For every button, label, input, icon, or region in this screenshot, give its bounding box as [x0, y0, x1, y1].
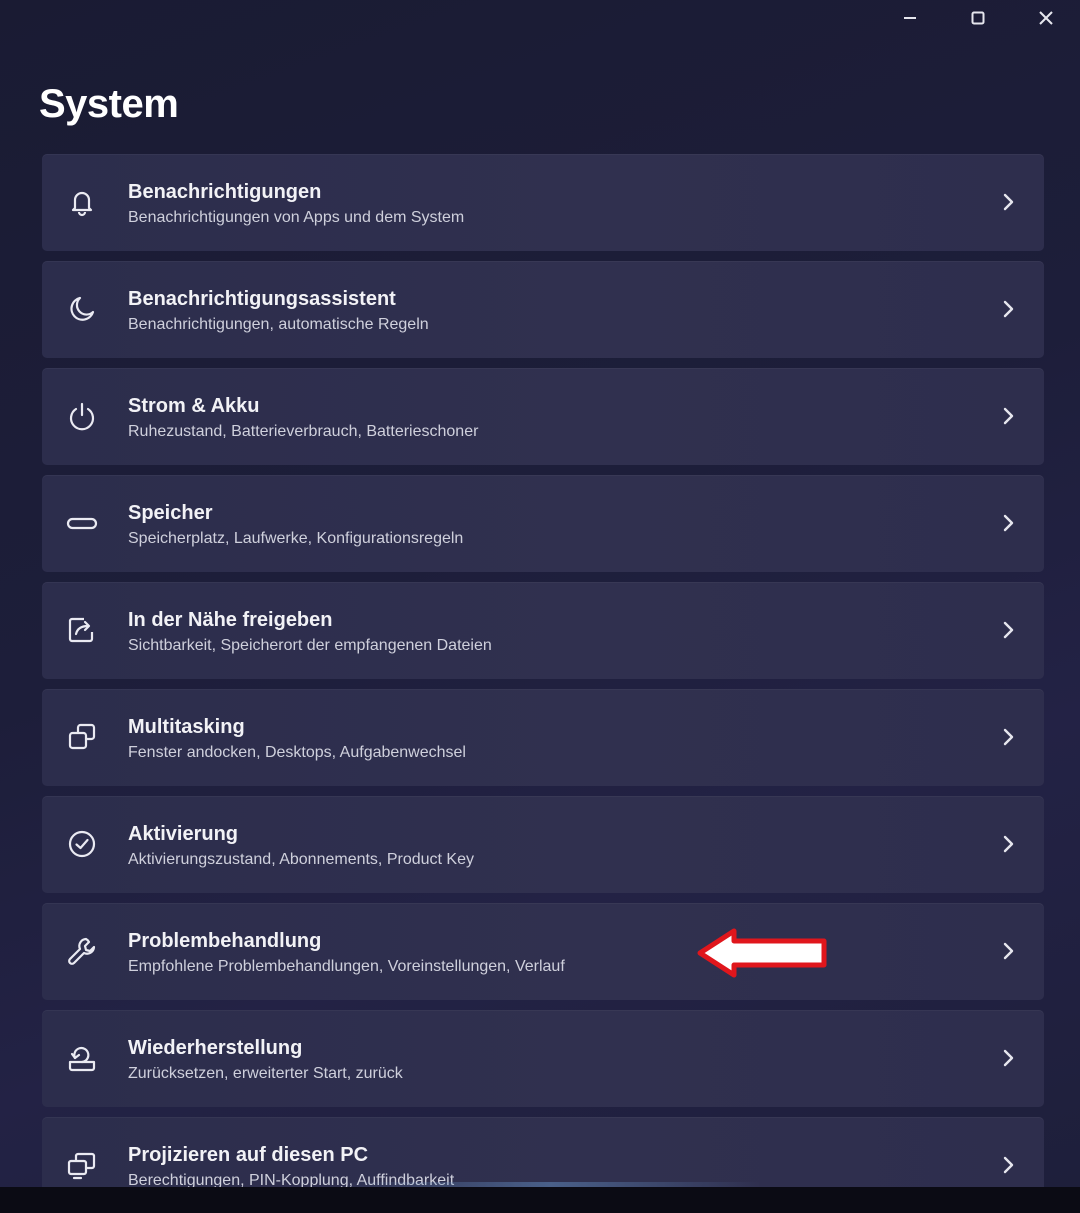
storage-icon	[66, 517, 98, 530]
taskbar-strip	[0, 1187, 1080, 1213]
settings-item-subtitle: Zurücksetzen, erweiterter Start, zurück	[128, 1065, 403, 1082]
wrench-icon	[68, 937, 96, 965]
check-circle-icon	[68, 830, 96, 858]
page-title: System	[39, 82, 179, 126]
settings-item-subtitle: Sichtbarkeit, Speicherort der empfangene…	[128, 637, 492, 654]
chevron-right-icon	[1003, 1156, 1014, 1174]
close-icon	[1039, 11, 1053, 25]
red-arrow-icon	[697, 928, 827, 978]
settings-item-title: Aktivierung	[128, 823, 239, 845]
maximize-button[interactable]	[944, 0, 1012, 36]
settings-item-title: Problembehandlung	[128, 930, 322, 952]
settings-item-title: Strom & Akku	[128, 395, 260, 417]
recovery-icon	[68, 1046, 96, 1072]
settings-item-subtitle: Aktivierungszustand, Abonnements, Produc…	[128, 851, 474, 868]
settings-item-subtitle: Speicherplatz, Laufwerke, Konfigurations…	[128, 530, 464, 547]
project-icon	[67, 1152, 96, 1180]
settings-item-subtitle: Benachrichtigungen von Apps und dem Syst…	[128, 209, 465, 226]
settings-item-aktivierung[interactable]: Aktivierung Aktivierungszustand, Abonnem…	[42, 796, 1044, 893]
chevron-right-icon	[1003, 621, 1014, 639]
settings-item-problembehandlung[interactable]: Problembehandlung Empfohlene Problembeha…	[42, 903, 1044, 1000]
settings-window: System Benachrichtigungen Benachrichtigu…	[0, 0, 1080, 1187]
chevron-right-icon	[1003, 514, 1014, 532]
moon-icon	[70, 296, 95, 321]
chevron-right-icon	[1003, 835, 1014, 853]
settings-item-title: Wiederherstellung	[128, 1037, 303, 1059]
window-caption-buttons	[876, 0, 1080, 40]
settings-item-benachrichtigungsassistent[interactable]: Benachrichtigungsassistent Benachrichtig…	[42, 261, 1044, 358]
settings-item-benachrichtigungen[interactable]: Benachrichtigungen Benachrichtigungen vo…	[42, 154, 1044, 251]
settings-item-strom-akku[interactable]: Strom & Akku Ruhezustand, Batterieverbra…	[42, 368, 1044, 465]
chevron-right-icon	[1003, 728, 1014, 746]
settings-item-subtitle: Benachrichtigungen, automatische Regeln	[128, 316, 429, 333]
chevron-right-icon	[1003, 193, 1014, 211]
power-icon	[69, 402, 95, 431]
settings-item-multitasking[interactable]: Multitasking Fenster andocken, Desktops,…	[42, 689, 1044, 786]
settings-item-subtitle: Fenster andocken, Desktops, Aufgabenwech…	[128, 744, 466, 761]
chevron-right-icon	[1003, 942, 1014, 960]
close-button[interactable]	[1012, 0, 1080, 36]
settings-item-title: Multitasking	[128, 716, 245, 738]
settings-item-title: Benachrichtigungsassistent	[128, 288, 396, 310]
share-icon	[68, 617, 94, 643]
chevron-right-icon	[1003, 407, 1014, 425]
maximize-icon	[971, 11, 985, 25]
settings-item-subtitle: Ruhezustand, Batterieverbrauch, Batterie…	[128, 423, 479, 440]
settings-item-title: In der Nähe freigeben	[128, 609, 333, 631]
settings-item-subtitle: Empfohlene Problembehandlungen, Voreinst…	[128, 958, 565, 975]
settings-item-speicher[interactable]: Speicher Speicherplatz, Laufwerke, Konfi…	[42, 475, 1044, 572]
settings-item-title: Projizieren auf diesen PC	[128, 1144, 369, 1166]
chevron-right-icon	[1003, 300, 1014, 318]
settings-item-projizieren[interactable]: Projizieren auf diesen PC Berechtigungen…	[42, 1117, 1044, 1187]
minimize-icon	[904, 17, 916, 19]
minimize-button[interactable]	[876, 0, 944, 36]
settings-item-in-der-naehe-freigeben[interactable]: In der Nähe freigeben Sichtbarkeit, Spei…	[42, 582, 1044, 679]
settings-item-title: Benachrichtigungen	[128, 181, 322, 203]
settings-item-wiederherstellung[interactable]: Wiederherstellung Zurücksetzen, erweiter…	[42, 1010, 1044, 1107]
bell-icon	[71, 191, 93, 217]
multitasking-icon	[68, 723, 96, 750]
chevron-right-icon	[1003, 1049, 1014, 1067]
settings-item-title: Speicher	[128, 502, 213, 524]
